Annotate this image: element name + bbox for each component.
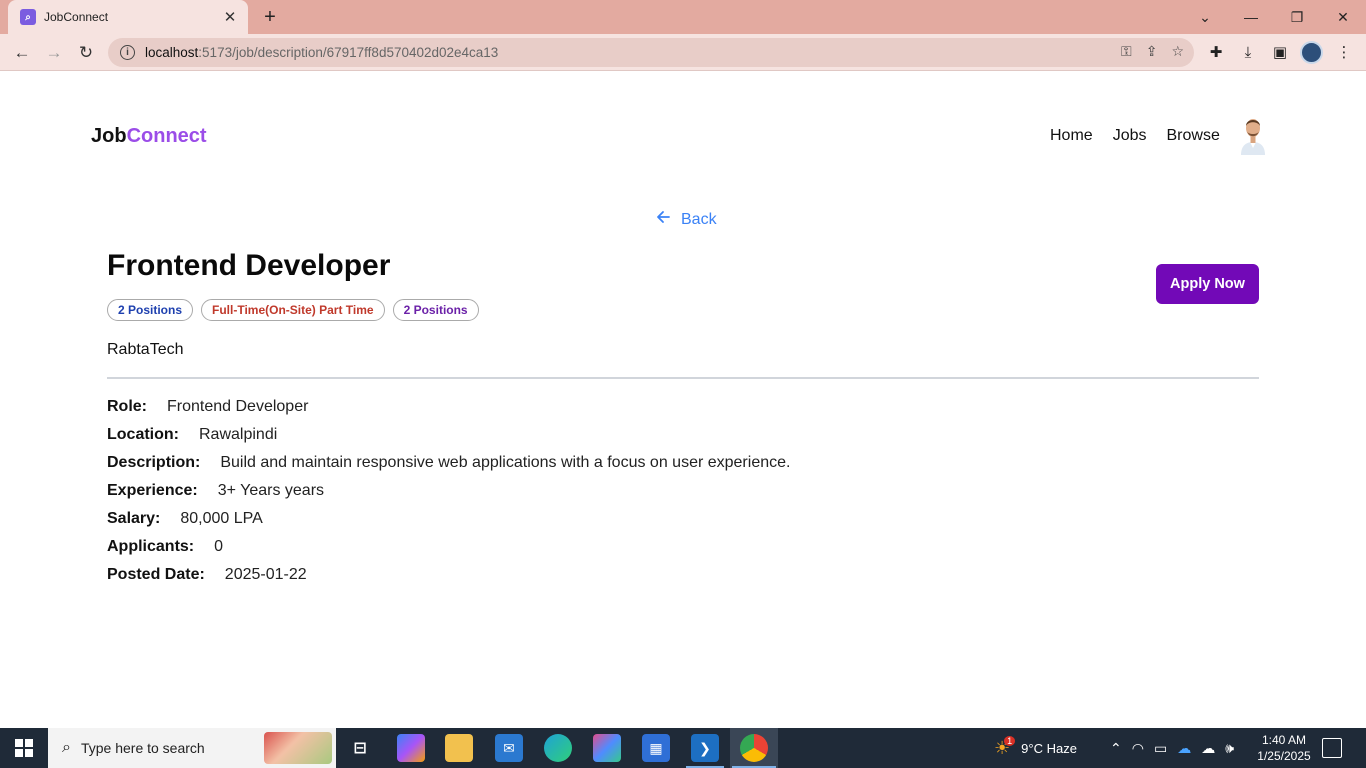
detail-value: 3+ Years years (217, 482, 325, 499)
browser-tab-strip: ⌕ JobConnect ✕ + ⌄ — ❐ ✕ (0, 0, 1366, 34)
restore-button[interactable]: ❐ (1274, 0, 1320, 34)
detail-label: Applicants: (107, 538, 195, 555)
clock-date: 1/25/2025 (1257, 749, 1311, 763)
detail-value: Frontend Developer (167, 398, 309, 415)
back-link[interactable]: Back (655, 209, 717, 230)
address-bar[interactable]: i localhost:5173/job/description/67917ff… (108, 38, 1194, 67)
download-icon[interactable]: ⤓ (1238, 42, 1258, 62)
detail-applicants: Applicants: 0 (107, 533, 790, 561)
windows-logo-icon (15, 739, 33, 757)
detail-label: Salary: (107, 510, 161, 527)
browser-profile-avatar[interactable] (1300, 41, 1323, 64)
user-avatar[interactable] (1237, 113, 1269, 155)
tab-search-icon[interactable]: ⌄ (1182, 0, 1228, 34)
url-path: :5173/job/description/67917ff8d570402d02… (198, 45, 499, 60)
job-title: Frontend Developer (107, 249, 391, 282)
wifi-icon[interactable]: ◠ (1132, 740, 1144, 757)
nav-jobs-link[interactable]: Jobs (1113, 127, 1147, 145)
detail-salary: Salary: 80,000 LPA (107, 505, 790, 533)
menu-kebab-icon[interactable]: ⋮ (1334, 42, 1354, 62)
microsoft-365-icon[interactable] (593, 734, 621, 762)
logo-part-connect: Connect (126, 125, 207, 147)
start-button[interactable] (0, 728, 48, 768)
extensions-icon[interactable]: ✚ (1206, 42, 1226, 62)
detail-label: Location: (107, 426, 179, 443)
job-badges: 2 Positions Full-Time(On-Site) Part Time… (107, 299, 479, 321)
company-name: RabtaTech (107, 341, 184, 358)
bookmark-star-icon[interactable]: ☆ (1171, 43, 1184, 60)
detail-value: Build and maintain responsive web applic… (220, 454, 791, 471)
cloud-icon[interactable]: ☁ (1201, 740, 1215, 757)
url-host: localhost (145, 45, 199, 60)
system-clock[interactable]: 1:40 AM 1/25/2025 (1252, 732, 1316, 764)
battery-icon[interactable]: ▭ (1154, 740, 1167, 757)
vscode-icon[interactable]: ❯ (691, 734, 719, 762)
back-arrow-icon[interactable]: ← (8, 39, 36, 67)
nav-browse-link[interactable]: Browse (1166, 127, 1219, 145)
new-tab-button[interactable]: + (258, 5, 282, 29)
job-details: Role: Frontend Developer Location: Rawal… (107, 393, 790, 589)
detail-location: Location: Rawalpindi (107, 421, 790, 449)
key-icon[interactable]: ⚿ (1121, 43, 1132, 60)
back-label: Back (681, 210, 717, 228)
detail-value: 80,000 LPA (180, 510, 263, 527)
positions-badge: 2 Positions (107, 299, 194, 321)
detail-label: Experience: (107, 482, 198, 499)
apply-now-button[interactable]: Apply Now (1156, 264, 1259, 304)
close-window-button[interactable]: ✕ (1320, 0, 1366, 34)
detail-experience: Experience: 3+ Years years (107, 477, 790, 505)
tab-title: JobConnect (44, 10, 109, 24)
page-content: JobConnect Home Jobs Browse Back Fronten… (0, 71, 1366, 728)
detail-label: Role: (107, 398, 147, 415)
main-nav: Home Jobs Browse (1050, 127, 1220, 145)
volume-icon[interactable]: 🕪 (1225, 740, 1234, 757)
detail-value: 0 (214, 538, 224, 555)
detail-role: Role: Frontend Developer (107, 393, 790, 421)
task-view-icon[interactable]: ⊟ (346, 734, 374, 762)
share-icon[interactable]: ⇪ (1146, 43, 1158, 60)
edge-browser-icon[interactable] (544, 734, 572, 762)
close-tab-icon[interactable]: ✕ (222, 8, 238, 26)
divider (107, 377, 1259, 379)
arrow-left-icon (655, 209, 671, 230)
favicon-icon: ⌕ (20, 9, 36, 25)
copilot-icon[interactable] (397, 734, 425, 762)
microsoft-store-icon[interactable]: ▦ (642, 734, 670, 762)
detail-label: Posted Date: (107, 566, 205, 583)
detail-posted-date: Posted Date: 2025-01-22 (107, 561, 790, 589)
job-type-badge: Full-Time(On-Site) Part Time (201, 299, 385, 321)
search-highlight-image (264, 732, 332, 764)
browser-toolbar: ← → ↻ i localhost:5173/job/description/6… (0, 34, 1366, 71)
windows-taskbar: ⌕ Type here to search ⊟ ✉ ▦ ❯ ☀ 1 9°C Ha… (0, 728, 1366, 768)
notification-center-icon[interactable] (1322, 738, 1342, 758)
positions-badge-secondary: 2 Positions (392, 299, 479, 321)
chrome-icon[interactable] (740, 734, 768, 762)
forward-arrow-icon[interactable]: → (40, 39, 68, 67)
search-icon: ⌕ (62, 739, 71, 756)
onedrive-icon[interactable]: ☁ (1177, 740, 1191, 757)
reload-icon[interactable]: ↻ (72, 39, 100, 67)
site-info-icon[interactable]: i (120, 45, 135, 60)
search-placeholder: Type here to search (80, 740, 205, 756)
clock-time: 1:40 AM (1261, 733, 1307, 747)
mail-icon[interactable]: ✉ (495, 734, 523, 762)
taskbar-search[interactable]: ⌕ Type here to search (48, 728, 336, 768)
file-explorer-icon[interactable] (445, 734, 473, 762)
weather-alert-badge: 1 (1004, 736, 1016, 746)
side-panel-icon[interactable]: ▣ (1270, 42, 1290, 62)
system-tray: ⌃ ◠ ▭ ☁ ☁ 🕪 (1110, 728, 1234, 768)
detail-description: Description: Build and maintain responsi… (107, 449, 790, 477)
weather-widget[interactable]: ☀ 1 9°C Haze (994, 728, 1077, 768)
browser-tab[interactable]: ⌕ JobConnect ✕ (8, 0, 248, 34)
logo-part-job: Job (91, 125, 127, 147)
site-logo[interactable]: JobConnect (91, 125, 207, 148)
detail-value: Rawalpindi (199, 426, 278, 443)
detail-value: 2025-01-22 (224, 566, 307, 583)
minimize-button[interactable]: — (1228, 0, 1274, 34)
nav-home-link[interactable]: Home (1050, 127, 1093, 145)
detail-label: Description: (107, 454, 201, 471)
chevron-up-icon[interactable]: ⌃ (1110, 740, 1122, 757)
weather-text: 9°C Haze (1021, 740, 1077, 756)
